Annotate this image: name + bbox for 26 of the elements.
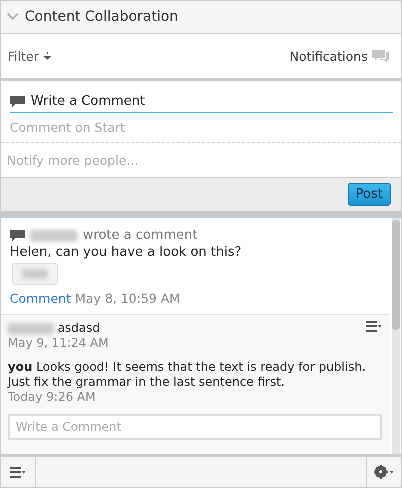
scrollbar[interactable] xyxy=(392,218,400,454)
filter-dropdown[interactable]: Filter xyxy=(8,48,52,64)
settings-icon xyxy=(374,465,394,479)
redacted-tag xyxy=(12,263,58,285)
activity-time: May 8, 10:59 AM xyxy=(75,291,180,306)
caret-icon xyxy=(42,52,52,60)
notifications-button[interactable]: Notifications xyxy=(290,48,389,64)
reply-time: Today 9:26 AM xyxy=(8,390,97,404)
reply-text: you Looks good! It seems that the text is ready for publish. Just fix the grammar in the last sentence first. xyxy=(8,360,368,390)
redacted-name xyxy=(30,230,78,242)
speech-bubbles-icon xyxy=(372,48,389,64)
chevron-icon xyxy=(7,13,19,21)
post-button[interactable]: Post xyxy=(348,183,391,206)
reply-text: asdasd xyxy=(8,321,366,336)
activity-text: Helen, can you have a look on this? xyxy=(10,245,243,260)
activity-action: wrote a comment xyxy=(83,228,198,243)
speech-bubble-icon xyxy=(10,94,25,108)
reply-field[interactable]: Write a Comment xyxy=(8,414,382,440)
reply-time: May 9, 11:24 AM xyxy=(8,336,110,350)
panel-title: Content Collaboration xyxy=(25,9,178,25)
panel-header[interactable]: Content Collaboration xyxy=(1,1,401,34)
menu-icon xyxy=(10,466,26,478)
comment-link[interactable]: Comment xyxy=(10,291,72,306)
composer-title: Write a Comment xyxy=(31,94,146,109)
speech-bubble-icon xyxy=(10,228,25,242)
menu-icon[interactable] xyxy=(366,321,382,332)
